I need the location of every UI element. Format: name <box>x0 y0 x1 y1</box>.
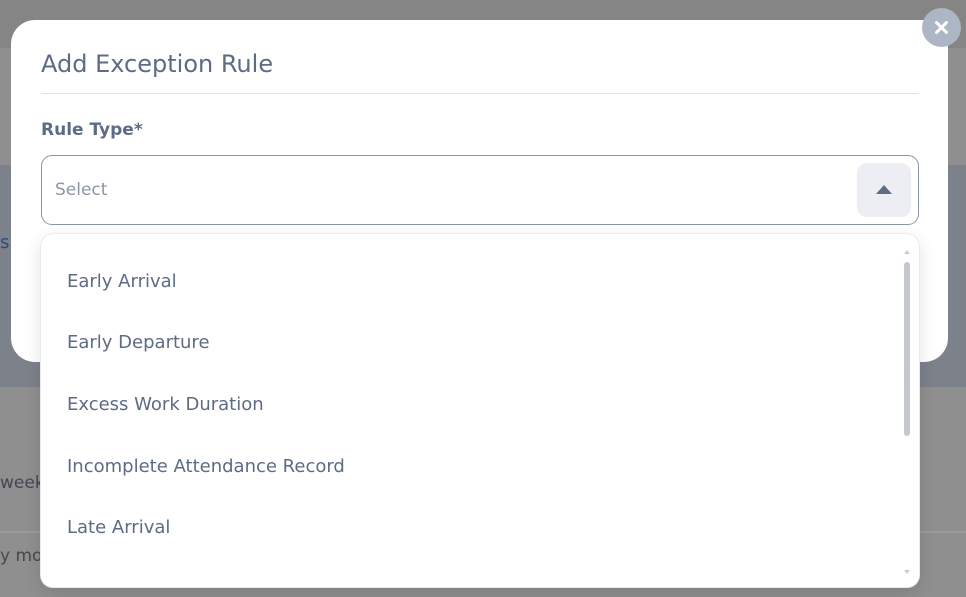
background-link-fragment: s <box>0 232 10 253</box>
dropdown-option-incomplete-attendance-record[interactable]: Incomplete Attendance Record <box>67 456 345 477</box>
title-divider <box>41 93 919 94</box>
caret-up-icon <box>876 185 892 194</box>
scroll-down-arrow-icon[interactable] <box>904 570 910 574</box>
dropdown-option-excess-work-duration[interactable]: Excess Work Duration <box>67 394 264 415</box>
dialog-title: Add Exception Rule <box>41 50 274 78</box>
rule-type-select[interactable]: Select <box>41 155 919 225</box>
select-placeholder: Select <box>55 180 108 200</box>
dropdown-option-early-departure[interactable]: Early Departure <box>67 332 210 353</box>
scroll-up-arrow-icon[interactable] <box>904 250 910 254</box>
rule-type-dropdown: Early Arrival Early Departure Excess Wor… <box>41 234 919 587</box>
background-row-text: week <box>0 473 45 493</box>
scrollbar-thumb[interactable] <box>904 262 910 436</box>
dropdown-option-late-arrival[interactable]: Late Arrival <box>67 517 170 538</box>
dropdown-option-early-arrival[interactable]: Early Arrival <box>67 271 177 292</box>
dropdown-scrollbar[interactable] <box>903 246 911 576</box>
select-toggle-button[interactable] <box>857 163 911 217</box>
close-dialog-button[interactable] <box>922 8 961 47</box>
rule-type-label: Rule Type* <box>41 120 143 140</box>
